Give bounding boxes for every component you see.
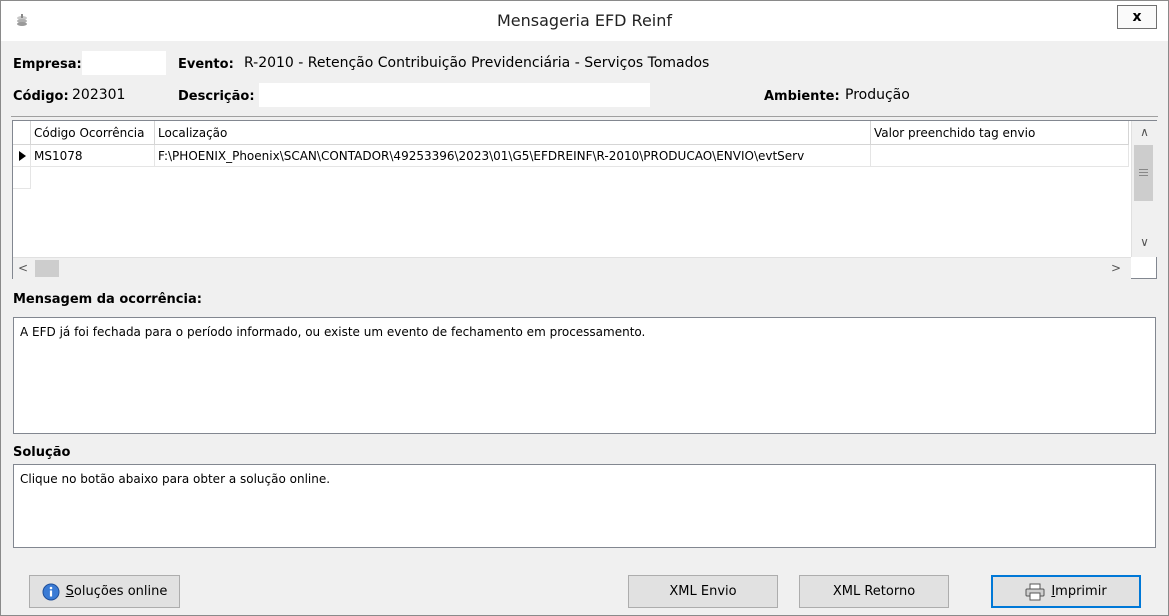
grid-header: Código Ocorrência Localização Valor pree…: [13, 121, 1129, 145]
empresa-field: [82, 51, 166, 75]
horizontal-scroll-thumb[interactable]: [35, 260, 59, 277]
row-indicator: [13, 145, 31, 167]
window-title: Mensageria EFD Reinf: [496, 11, 673, 30]
mensagem-label: Mensagem da ocorrência:: [13, 292, 202, 307]
column-header[interactable]: Valor preenchido tag envio: [871, 121, 1129, 145]
chevron-left-icon[interactable]: <: [17, 261, 29, 275]
empresa-label: Empresa:: [13, 57, 82, 72]
solucoes-online-button[interactable]: Soluções online: [29, 575, 180, 608]
column-header[interactable]: Localização: [155, 121, 871, 145]
info-icon: [42, 583, 60, 600]
imprimir-button[interactable]: Imprimir: [991, 575, 1141, 608]
separator: [11, 116, 1158, 117]
descricao-label: Descrição:: [178, 89, 255, 104]
row-pointer-icon: [19, 151, 26, 161]
dialog-window: Mensageria EFD Reinf x Empresa: Evento: …: [0, 0, 1169, 616]
new-row-indicator: [13, 167, 31, 189]
close-button[interactable]: x: [1117, 5, 1157, 29]
solucoes-online-label: Soluções online: [65, 584, 168, 599]
mensagem-textbox[interactable]: A EFD já foi fechada para o período info…: [13, 317, 1156, 434]
ambiente-label: Ambiente:: [764, 89, 840, 104]
chevron-down-icon[interactable]: ∨: [1132, 235, 1157, 249]
imprimir-label: Imprimir: [1051, 584, 1107, 599]
solucao-textbox[interactable]: Clique no botão abaixo para obter a solu…: [13, 464, 1156, 548]
solucao-label: Solução: [13, 445, 71, 460]
evento-label: Evento:: [178, 57, 234, 72]
codigo-label: Código:: [13, 89, 69, 104]
title-bar: Mensageria EFD Reinf x: [1, 1, 1168, 41]
codigo-value: 202301: [72, 87, 126, 103]
ambiente-value: Produção: [845, 87, 910, 103]
grid-cell[interactable]: [871, 145, 1129, 167]
chevron-right-icon[interactable]: >: [1110, 261, 1122, 275]
grid-cell[interactable]: MS1078: [31, 145, 155, 167]
vertical-scrollbar[interactable]: ∧ ∨: [1131, 121, 1157, 257]
chevron-up-icon[interactable]: ∧: [1132, 125, 1157, 139]
occurrence-grid[interactable]: Código Ocorrência Localização Valor pree…: [12, 120, 1157, 279]
evento-value: R-2010 - Retenção Contribuição Previdenc…: [244, 55, 710, 71]
descricao-field: [259, 83, 650, 107]
grid-cell[interactable]: F:\PHOENIX_Phoenix\SCAN\CONTADOR\4925339…: [155, 145, 871, 167]
column-header[interactable]: Código Ocorrência: [31, 121, 155, 145]
xml-retorno-label: XML Retorno: [832, 584, 916, 599]
horizontal-scrollbar[interactable]: < >: [13, 257, 1131, 279]
row-indicator-header: [13, 121, 31, 145]
printer-icon: [1025, 583, 1045, 600]
xml-envio-label: XML Envio: [669, 584, 737, 599]
xml-envio-button[interactable]: XML Envio: [628, 575, 778, 608]
vertical-scroll-thumb[interactable]: [1134, 145, 1153, 201]
xml-retorno-button[interactable]: XML Retorno: [799, 575, 949, 608]
